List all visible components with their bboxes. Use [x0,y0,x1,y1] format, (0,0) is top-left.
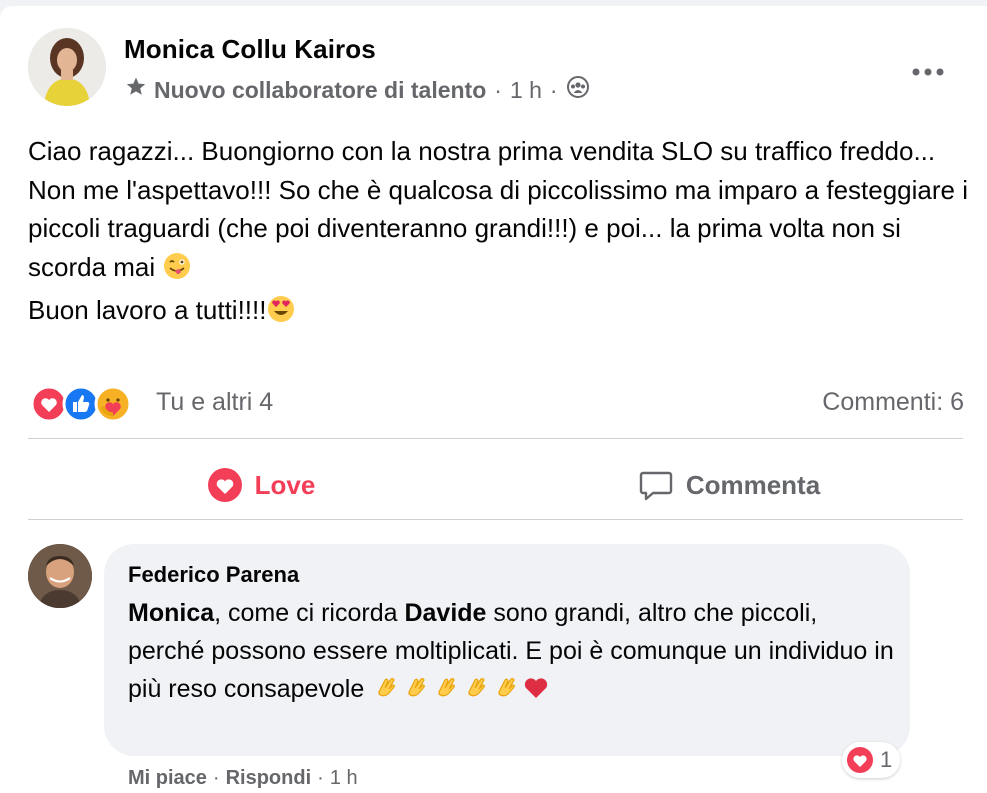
commenter-name[interactable]: Federico Parena [128,562,299,588]
commenter-avatar-image [28,544,92,608]
clapping-hands-emoji-icon [371,672,401,713]
comment-reaction-number: 1 [880,747,893,772]
heart-eyes-emoji-icon [266,294,296,335]
divider [28,438,963,439]
comments-count[interactable]: Commenti: 6 [822,388,964,417]
clapping-hands-emoji-icon [491,672,521,713]
reactions-summary: Tu e altri 4 Commenti: 6 [30,384,964,424]
like-comment-button[interactable]: Mi piace [128,767,207,790]
contributor-badge[interactable]: Nuovo collaboratore di talento [154,77,486,104]
author-name[interactable]: Monica Collu Kairos [124,34,376,65]
clapping-hands-emoji-icon [401,672,431,713]
comment-button-label: Commenta [685,469,821,500]
love-reaction-icon [847,747,873,773]
comment-button[interactable]: Commenta [494,452,964,518]
comment-time[interactable]: 1 h [330,767,358,790]
meta-separator: · [212,766,220,789]
comment-text: Monica, come ci ricorda Davide sono gran… [128,594,898,713]
post-line: Ciao ragazzi... Buongiorno con la nostra… [28,136,936,166]
comment-bubble: Federico Parena Monica, come ci ricorda … [104,544,910,756]
more-icon [912,68,944,76]
comment-reaction-count[interactable]: 1 [842,742,901,778]
comment-icon [639,471,673,501]
commenter-avatar[interactable] [28,544,92,608]
comment-actions: Mi piace · Rispondi · 1 h [128,764,358,792]
post-line: Buon lavoro a tutti!!!! [28,291,968,335]
divider [28,519,963,520]
more-options-button[interactable] [906,50,950,94]
post-time[interactable]: 1 h [510,77,542,104]
love-icon [207,468,242,502]
red-heart-emoji-icon [521,672,551,713]
post-line: Non me l'aspettavo!!! So che è qualcosa … [28,171,968,292]
author-avatar[interactable] [28,28,106,106]
clapping-hands-emoji-icon [431,672,461,713]
winking-tongue-emoji-icon [162,251,192,292]
reactions-count[interactable]: Tu e altri 4 [156,388,273,417]
meta-separator: · [549,76,558,103]
post-card: Monica Collu Kairos Nuovo collaboratore … [0,6,987,793]
post-meta: Nuovo collaboratore di talento · 1 h · [124,76,590,104]
mention-link[interactable]: Monica [128,599,214,627]
group-audience-icon [566,75,590,105]
meta-separator: · [317,766,324,789]
care-reaction-icon [94,385,132,423]
author-avatar-image [28,28,106,106]
reply-button[interactable]: Rispondi [226,767,312,790]
post-text: Ciao ragazzi... Buongiorno con la nostra… [28,132,968,335]
clapping-hands-emoji-icon [461,672,491,713]
star-badge-icon [124,75,148,105]
love-button[interactable]: Love [28,452,494,518]
love-button-label: Love [254,469,316,500]
meta-separator: · [494,76,502,103]
reaction-icons[interactable] [30,384,132,424]
mention-link[interactable]: Davide [404,599,486,627]
